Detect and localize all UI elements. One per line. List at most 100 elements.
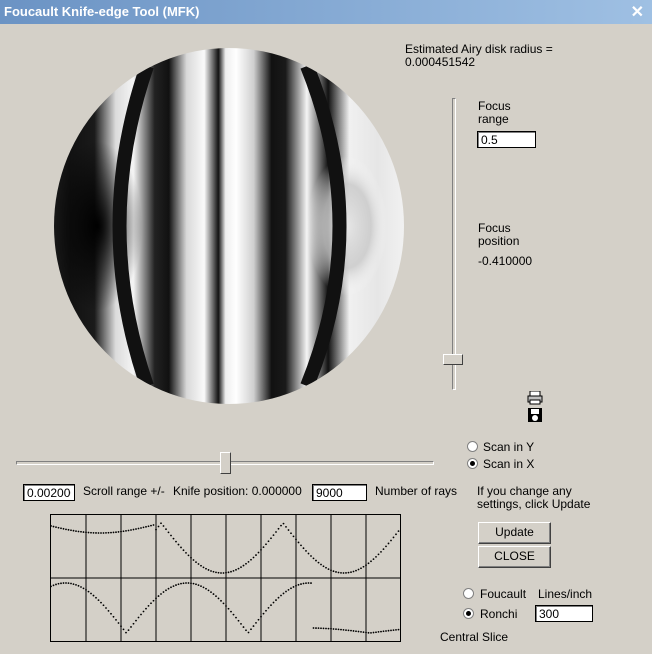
scan-y-radio[interactable]	[467, 441, 478, 452]
slice-point	[115, 531, 117, 534]
airy-disk-label: Estimated Airy disk radius =	[405, 42, 553, 56]
foucault-label[interactable]: Foucault	[480, 587, 526, 601]
close-button[interactable]: CLOSE	[478, 546, 551, 568]
slice-point	[202, 566, 205, 569]
slice-point	[322, 565, 325, 568]
slice-point	[355, 569, 357, 572]
slice-point	[375, 631, 377, 634]
ronchi-radio[interactable]	[463, 608, 474, 619]
slice-point	[185, 551, 187, 554]
slice-point	[385, 630, 387, 632]
scroll-range-label: Scroll range +/-	[83, 484, 165, 498]
printer-icon[interactable]	[527, 391, 543, 405]
slice-point	[80, 530, 82, 533]
slice-point	[315, 627, 317, 629]
scan-x-label[interactable]: Scan in X	[483, 457, 534, 471]
slice-point	[177, 583, 180, 586]
slice-point	[390, 539, 392, 542]
focus-slider-track[interactable]	[452, 98, 456, 390]
slice-point	[102, 532, 105, 534]
slice-point	[87, 531, 90, 534]
slice-point	[132, 528, 135, 531]
focus-position-label-1: Focus	[478, 221, 511, 235]
slice-point	[77, 584, 80, 587]
slice-point	[87, 590, 90, 593]
slice-point	[127, 529, 130, 532]
slice-point	[212, 593, 215, 595]
slice-point	[177, 543, 180, 546]
foucault-radio[interactable]	[463, 588, 474, 599]
slice-point	[107, 531, 110, 534]
slice-point	[85, 531, 87, 534]
slice-point	[360, 630, 362, 633]
focus-range-label-2: range	[478, 112, 509, 126]
slice-point	[140, 527, 142, 529]
slice-point	[190, 556, 192, 559]
slice-point	[92, 594, 95, 597]
slice-point	[197, 584, 200, 587]
slice-point	[180, 582, 182, 585]
slice-point	[60, 527, 62, 530]
scan-y-label[interactable]: Scan in Y	[483, 440, 534, 454]
ronchi-label[interactable]: Ronchi	[480, 607, 517, 621]
slice-point	[232, 613, 235, 616]
slice-point	[335, 628, 337, 631]
slice-point	[280, 594, 282, 597]
slice-point	[112, 615, 115, 618]
slice-point	[372, 558, 375, 561]
close-icon[interactable]: ✕	[631, 2, 644, 22]
slice-point	[350, 629, 352, 632]
slice-point	[272, 601, 275, 604]
slice-point	[125, 529, 127, 532]
slice-point	[265, 609, 267, 612]
slice-point	[220, 572, 222, 574]
disk-save-icon[interactable]	[527, 407, 543, 423]
scroll-range-input[interactable]	[23, 484, 75, 501]
slice-point	[260, 615, 262, 618]
slice-point	[387, 542, 390, 545]
slice-point	[155, 528, 157, 531]
slice-point	[392, 629, 395, 632]
slice-point	[287, 529, 290, 531]
focus-range-input[interactable]	[477, 131, 536, 148]
slice-point	[297, 541, 300, 544]
focus-slider-thumb[interactable]	[443, 354, 463, 365]
slice-point	[237, 567, 240, 570]
slice-point	[325, 566, 327, 569]
slice-point	[120, 530, 122, 533]
slice-point	[307, 582, 310, 584]
focus-range-label-1: Focus	[478, 99, 511, 113]
slice-point	[202, 586, 205, 589]
slice-point	[145, 607, 147, 610]
slice-point	[195, 583, 197, 586]
knife-slider-thumb[interactable]	[220, 452, 231, 474]
slice-point	[100, 532, 102, 534]
slice-point	[165, 589, 167, 592]
slice-point	[375, 555, 377, 558]
lines-per-inch-input[interactable]	[535, 605, 593, 622]
slice-point	[95, 532, 97, 534]
slice-point	[240, 622, 242, 625]
slice-point	[125, 631, 127, 634]
slice-point	[282, 522, 285, 525]
slice-point	[97, 599, 100, 602]
rays-input[interactable]	[312, 484, 367, 501]
knife-position-label: Knife position: 0.000000	[173, 484, 302, 498]
update-button[interactable]: Update	[478, 522, 551, 544]
slice-point	[170, 534, 172, 537]
slice-point	[150, 524, 152, 527]
slice-point	[157, 525, 160, 528]
slice-point	[192, 582, 195, 585]
slice-point	[51, 585, 52, 588]
slice-point	[207, 589, 210, 592]
slice-point	[167, 587, 170, 590]
slice-point	[250, 558, 252, 561]
slice-grid-svg	[51, 515, 400, 641]
central-slice-plot	[50, 514, 401, 642]
foucault-pattern-image	[54, 48, 404, 404]
slice-point	[395, 628, 397, 631]
slice-point	[345, 629, 347, 632]
scan-x-radio[interactable]	[467, 458, 478, 469]
slice-point	[75, 530, 77, 533]
slice-point	[115, 618, 117, 621]
